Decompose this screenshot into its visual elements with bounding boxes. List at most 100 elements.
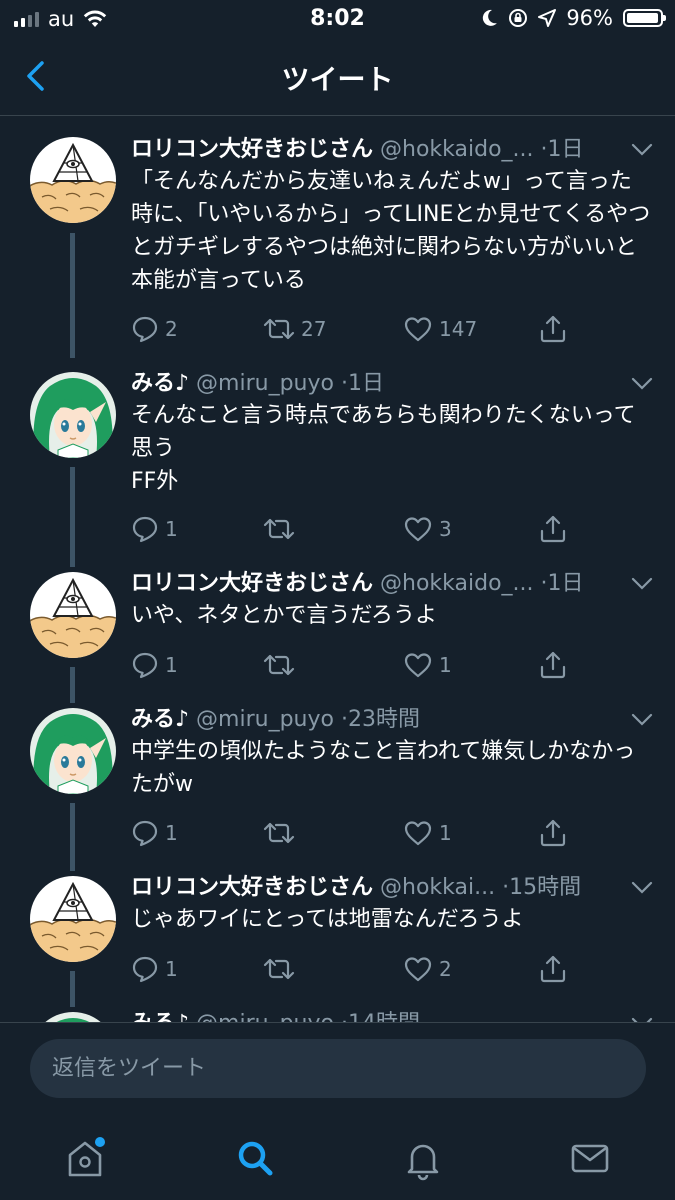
bell-icon — [407, 1144, 439, 1181]
author-name[interactable]: みる♪ — [131, 371, 189, 396]
like-count: 147 — [439, 317, 478, 341]
reply-button[interactable]: 1 — [131, 511, 178, 547]
chevron-down-icon[interactable] — [629, 372, 655, 394]
tweet-actions: 1 1 — [131, 815, 651, 851]
retweet-icon — [263, 654, 295, 676]
author-handle[interactable]: @hokkaido_... — [380, 571, 534, 596]
avatar-pyramid[interactable] — [30, 572, 116, 658]
avatar-green-hair[interactable] — [30, 708, 116, 794]
share-button[interactable] — [539, 647, 567, 683]
author-name[interactable]: みる♪ — [131, 1011, 189, 1022]
like-count: 1 — [439, 653, 452, 677]
tab-home[interactable] — [60, 1133, 110, 1183]
reply-bar — [0, 1022, 675, 1118]
reply-button[interactable]: 2 — [131, 311, 178, 347]
tweet-time: ·14時間 — [341, 1011, 420, 1022]
reply-input[interactable] — [30, 1039, 646, 1098]
share-icon — [540, 955, 566, 983]
search-icon — [238, 1141, 273, 1176]
like-button[interactable]: 2 — [403, 951, 452, 987]
like-button[interactable]: 1 — [403, 815, 452, 851]
retweet-icon — [263, 822, 295, 844]
tweet-text: 「そんなんだから友達いねぇんだよw」って言った時に、「いやいるから」ってLINE… — [131, 169, 651, 293]
thread-connector — [70, 803, 75, 871]
tweet-actions: 1 3 — [131, 511, 651, 547]
retweet-button[interactable] — [263, 815, 301, 851]
tweet-time: ·1日 — [540, 137, 584, 162]
author-name[interactable]: ロリコン大好きおじさん — [131, 571, 373, 596]
page-title: ツイート — [281, 63, 394, 96]
tab-notifications[interactable] — [398, 1133, 448, 1183]
like-button[interactable]: 1 — [403, 647, 452, 683]
tweet-text: 中学生の頃似たようなこと言われて嫌気しかなかったがw — [131, 739, 636, 797]
tweet-time: ·1日 — [540, 571, 584, 596]
share-button[interactable] — [539, 511, 567, 547]
tweet-thread[interactable]: ロリコン大好きおじさん @hokkaido_... ·1日 「そんなんだから友達… — [0, 116, 675, 1022]
avatar-green-hair[interactable] — [30, 372, 116, 458]
status-bar: au 8:02 96% — [0, 0, 675, 38]
retweet-button[interactable]: 27 — [263, 311, 326, 347]
share-button[interactable] — [539, 815, 567, 851]
chevron-down-icon[interactable] — [629, 876, 655, 898]
tweet-actions: 2 27 147 — [131, 311, 651, 347]
tweet-actions: 1 1 — [131, 647, 651, 683]
like-count: 2 — [439, 957, 452, 981]
retweet-button[interactable] — [263, 511, 301, 547]
reply-icon — [132, 820, 158, 847]
tweet-time: ·1日 — [340, 371, 384, 396]
author-name[interactable]: ロリコン大好きおじさん — [131, 875, 373, 900]
tab-messages[interactable] — [565, 1133, 615, 1183]
like-button[interactable]: 3 — [403, 511, 452, 547]
author-handle[interactable]: @miru_puyo — [196, 371, 334, 396]
tweet-item[interactable]: ロリコン大好きおじさん @hokkaido_... ·1日 「そんなんだから友達… — [0, 133, 675, 363]
reply-button[interactable]: 1 — [131, 815, 178, 851]
author-handle[interactable]: @miru_puyo — [196, 707, 334, 732]
retweet-icon — [263, 318, 295, 340]
author-name[interactable]: みる♪ — [131, 707, 189, 732]
tweet-item[interactable]: ロリコン大好きおじさん @hokkai... ·15時間 じゃあワイにとっては地… — [0, 871, 675, 1007]
battery-icon — [623, 9, 666, 27]
tweet-actions: 1 2 — [131, 951, 651, 987]
rotation-lock-icon — [509, 9, 528, 27]
share-icon — [540, 819, 566, 847]
tweet-text: いや、ネタとかで言うだろうよ — [131, 603, 438, 628]
reply-count: 2 — [165, 317, 178, 341]
tweet-time: ·15時間 — [502, 875, 582, 900]
retweet-button[interactable] — [263, 951, 301, 987]
tweet-item[interactable]: みる♪ @miru_puyo ·1日 そんなこと言う時点であちらも関わりたくない… — [0, 367, 675, 567]
reply-icon — [132, 316, 158, 343]
retweet-button[interactable] — [263, 647, 301, 683]
like-button[interactable]: 147 — [403, 311, 477, 347]
heart-icon — [404, 517, 432, 542]
reply-button[interactable]: 1 — [131, 951, 178, 987]
share-button[interactable] — [539, 311, 567, 347]
tab-search[interactable] — [230, 1133, 280, 1183]
chevron-down-icon[interactable] — [629, 138, 655, 160]
chevron-down-icon[interactable] — [629, 708, 655, 730]
share-icon — [540, 315, 566, 343]
reply-count: 1 — [165, 653, 178, 677]
share-button[interactable] — [539, 951, 567, 987]
chevron-down-icon[interactable] — [629, 1012, 655, 1022]
retweet-icon — [263, 958, 295, 980]
author-handle[interactable]: @hokkaido_... — [380, 137, 534, 162]
reply-icon — [132, 956, 158, 983]
tab-bar — [0, 1117, 675, 1200]
author-handle[interactable]: @hokkai... — [380, 875, 495, 900]
avatar-pyramid[interactable] — [30, 876, 116, 962]
author-name[interactable]: ロリコン大好きおじさん — [131, 137, 373, 162]
tweet-time: ·23時間 — [340, 707, 420, 732]
reply-icon — [132, 652, 158, 679]
author-handle[interactable]: @miru_puyo — [196, 1011, 334, 1022]
like-count: 1 — [439, 821, 452, 845]
avatar-green-hair[interactable] — [30, 1012, 116, 1022]
like-count: 3 — [439, 517, 452, 541]
reply-button[interactable]: 1 — [131, 647, 178, 683]
thread-connector — [70, 667, 75, 703]
tweet-item[interactable]: みる♪ @miru_puyo ·23時間 中学生の頃似たようなこと言われて嫌気し… — [0, 703, 675, 871]
thread-connector — [70, 467, 75, 567]
chevron-down-icon[interactable] — [629, 572, 655, 594]
tweet-item[interactable]: みる♪ @miru_puyo ·14時間 — [0, 1007, 675, 1022]
tweet-item[interactable]: ロリコン大好きおじさん @hokkaido_... ·1日 いや、ネタとかで言う… — [0, 567, 675, 703]
avatar-pyramid[interactable] — [30, 137, 116, 223]
